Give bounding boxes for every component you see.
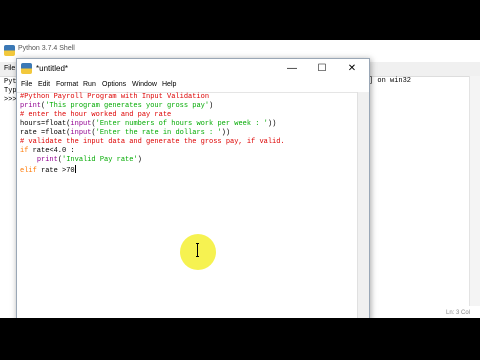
menu-file[interactable]: File (21, 81, 32, 88)
code-line: rate =float(input('Enter the rate in dol… (20, 129, 230, 138)
code-line: print('This program generates your gross… (20, 102, 213, 111)
menu-edit[interactable]: Edit (38, 81, 50, 88)
menu-options[interactable]: Options (102, 81, 126, 88)
code-text: rate<4.0 : (28, 147, 75, 155)
code-builtin: input (70, 129, 92, 137)
code-string: 'Invalid Pay rate' (62, 156, 138, 164)
maximize-button[interactable]: ☐ (307, 59, 337, 79)
editor-window: *untitled* — ☐ ✕ File Edit Format Run Op… (16, 58, 370, 318)
code-text: rate >70 (36, 167, 75, 175)
code-text: hours=float( (20, 120, 71, 128)
editor-scrollbar[interactable] (357, 92, 369, 318)
editor-titlebar[interactable]: *untitled* — ☐ ✕ (17, 59, 369, 79)
close-button[interactable]: ✕ (337, 59, 367, 79)
menu-window[interactable]: Window (132, 81, 157, 88)
code-builtin: input (70, 120, 92, 128)
code-punct: ) (137, 156, 142, 164)
shell-line: Pyt (4, 78, 17, 86)
code-punct: ) (209, 102, 214, 110)
editor-text-area[interactable]: #Python Payroll Program with Input Valid… (17, 92, 357, 318)
code-builtin: print (36, 156, 58, 164)
code-line: hours=float(input('Enter numbers of hour… (20, 120, 276, 129)
menu-format[interactable]: Format (56, 81, 78, 88)
code-string: 'Enter numbers of hours work per week : … (95, 120, 268, 128)
code-string: 'This program generates your gross pay' (45, 102, 210, 110)
shell-status-bar: Ln: 3 Col (445, 310, 470, 316)
screen-frame: Python 3.7.4 Shell File Pyt Typ >>> ] on… (0, 40, 480, 318)
code-text: rate =float( (20, 129, 71, 137)
shell-scrollbar[interactable] (469, 76, 480, 306)
code-builtin: print (20, 102, 42, 110)
editor-title: *untitled* (36, 64, 69, 73)
code-comment: # validate the input data and generate t… (20, 138, 285, 146)
editor-menubar: File Edit Format Run Options Window Help (17, 79, 369, 92)
menu-help[interactable]: Help (162, 81, 176, 88)
ibeam-cursor-icon (196, 243, 199, 257)
shell-title: Python 3.7.4 Shell (18, 45, 75, 52)
shell-line: Typ (4, 87, 17, 95)
text-caret (74, 165, 76, 173)
code-line: elif rate >70 (20, 165, 76, 176)
shell-menu-file[interactable]: File (4, 65, 15, 72)
shell-version-text: ] on win32 (369, 77, 412, 85)
code-keyword: elif (20, 167, 37, 175)
code-punct: )) (267, 120, 277, 128)
code-line: # enter the hour worked and pay rate (20, 111, 171, 120)
python-logo-icon (4, 45, 15, 56)
code-comment: #Python Payroll Program with Input Valid… (20, 93, 210, 101)
code-string: 'Enter the rate in dollars : ' (95, 129, 222, 137)
menu-run[interactable]: Run (83, 81, 96, 88)
code-punct: )) (221, 129, 231, 137)
code-line: # validate the input data and generate t… (20, 138, 285, 147)
code-line: print('Invalid Pay rate') (20, 156, 142, 165)
code-comment: # enter the hour worked and pay rate (20, 111, 172, 119)
code-line: #Python Payroll Program with Input Valid… (20, 93, 209, 102)
minimize-button[interactable]: — (277, 59, 307, 79)
code-line: if rate<4.0 : (20, 147, 75, 156)
shell-prompt: >>> (4, 96, 17, 104)
python-logo-icon (21, 63, 32, 74)
